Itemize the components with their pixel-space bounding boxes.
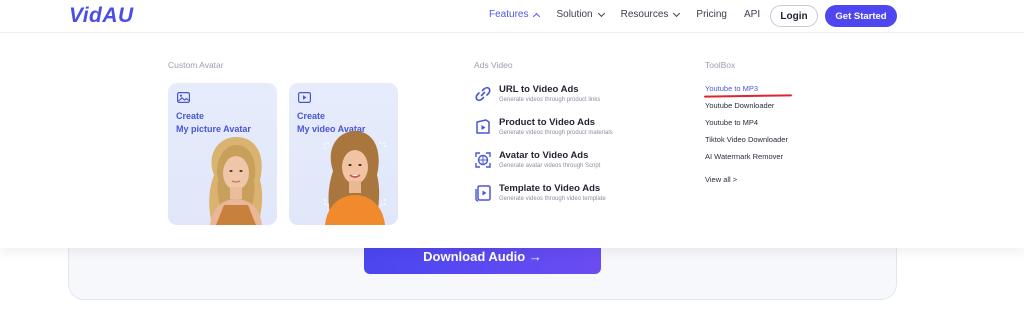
logo[interactable]: VidAU	[69, 4, 134, 28]
video-avatar-card[interactable]: Create My video Avatar	[289, 83, 398, 225]
template-to-video-ads-title: Template to Video Ads	[499, 183, 601, 194]
url-to-video-ads-item[interactable]: URL to Video Ads Generate videos through…	[474, 84, 600, 105]
url-to-video-ads-desc: Generate videos through product links	[499, 97, 601, 103]
picture-avatar-line1: Create	[176, 111, 205, 121]
picture-avatar-card[interactable]: Create My picture Avatar	[168, 83, 277, 225]
toolbox-ai-watermark-remover[interactable]: AI Watermark Remover	[705, 152, 783, 161]
avatar-to-video-ads-desc: Generate avatar videos through Script	[499, 163, 601, 169]
toolbox-heading: ToolBox	[705, 60, 736, 70]
product-to-video-ads-item[interactable]: Product to Video Ads Generate videos thr…	[474, 117, 613, 138]
login-button[interactable]: Login	[770, 5, 818, 27]
template-to-video-ads-item[interactable]: Template to Video Ads Generate videos th…	[474, 183, 606, 204]
nav-resources[interactable]: Resources	[620, 9, 681, 20]
nav-features-label: Features	[489, 9, 529, 20]
nav-pricing-label: Pricing	[696, 9, 727, 20]
toolbox-view-all-link[interactable]: View all >	[705, 175, 737, 184]
avatar-target-icon	[475, 152, 491, 168]
toolbox-youtube-to-mp3[interactable]: Youtube to MP3	[705, 84, 758, 93]
template-to-video-ads-desc: Generate videos through video template	[499, 196, 606, 202]
video-icon	[298, 92, 311, 103]
nav-features[interactable]: Features	[489, 9, 541, 20]
product-to-video-ads-desc: Generate videos through product material…	[499, 130, 613, 136]
ads-video-heading: Ads Video	[474, 60, 513, 70]
image-icon	[177, 92, 190, 103]
template-video-icon	[475, 185, 491, 202]
picture-avatar-title: Create My picture Avatar	[176, 110, 251, 136]
woman-portrait	[209, 137, 263, 225]
get-started-button[interactable]: Get Started	[825, 5, 897, 27]
main-nav: Features Solution Resources Pricing API	[489, 9, 777, 20]
product-video-icon	[476, 119, 490, 134]
woman-video-portrait	[324, 131, 386, 225]
nav-api-label: API	[744, 9, 761, 20]
toolbox-youtube-to-mp4[interactable]: Youtube to MP4	[705, 118, 758, 127]
product-to-video-ads-title: Product to Video Ads	[499, 117, 596, 128]
link-icon	[475, 86, 491, 102]
toolbox-tiktok-video-downloader[interactable]: Tiktok Video Downloader	[705, 135, 788, 144]
chevron-down-icon	[597, 9, 605, 17]
nav-solution[interactable]: Solution	[556, 9, 605, 20]
nav-resources-label: Resources	[620, 9, 669, 20]
features-dropdown: Custom Avatar Create My picture Avatar C…	[0, 34, 1024, 248]
nav-api[interactable]: API	[744, 9, 760, 20]
annotation-underline	[703, 94, 793, 98]
custom-avatar-heading: Custom Avatar	[168, 60, 224, 70]
avatar-to-video-ads-item[interactable]: Avatar to Video Ads Generate avatar vide…	[474, 150, 600, 171]
toolbox-youtube-downloader[interactable]: Youtube Downloader	[705, 101, 774, 110]
chevron-up-icon	[533, 12, 541, 20]
top-header: VidAU Features Solution Resources Pricin…	[0, 0, 1024, 33]
nav-pricing[interactable]: Pricing	[696, 9, 727, 20]
url-to-video-ads-title: URL to Video Ads	[499, 84, 579, 95]
nav-solution-label: Solution	[556, 9, 593, 20]
avatar-to-video-ads-title: Avatar to Video Ads	[499, 150, 589, 161]
video-avatar-line1: Create	[297, 111, 326, 121]
chevron-down-icon	[673, 9, 681, 17]
